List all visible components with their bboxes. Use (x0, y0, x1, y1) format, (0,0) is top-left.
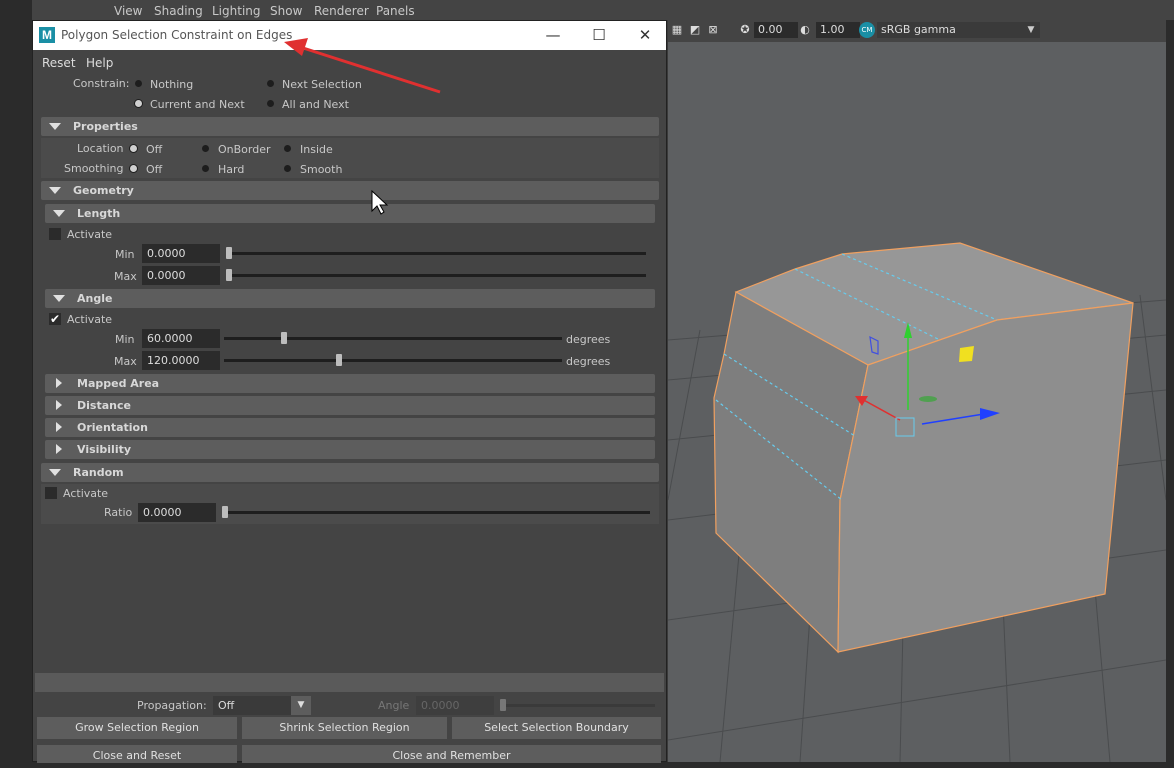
mouse-cursor-icon (371, 189, 389, 215)
overlay-annotations (284, 38, 441, 215)
annotation-arrow-icon (284, 38, 441, 94)
